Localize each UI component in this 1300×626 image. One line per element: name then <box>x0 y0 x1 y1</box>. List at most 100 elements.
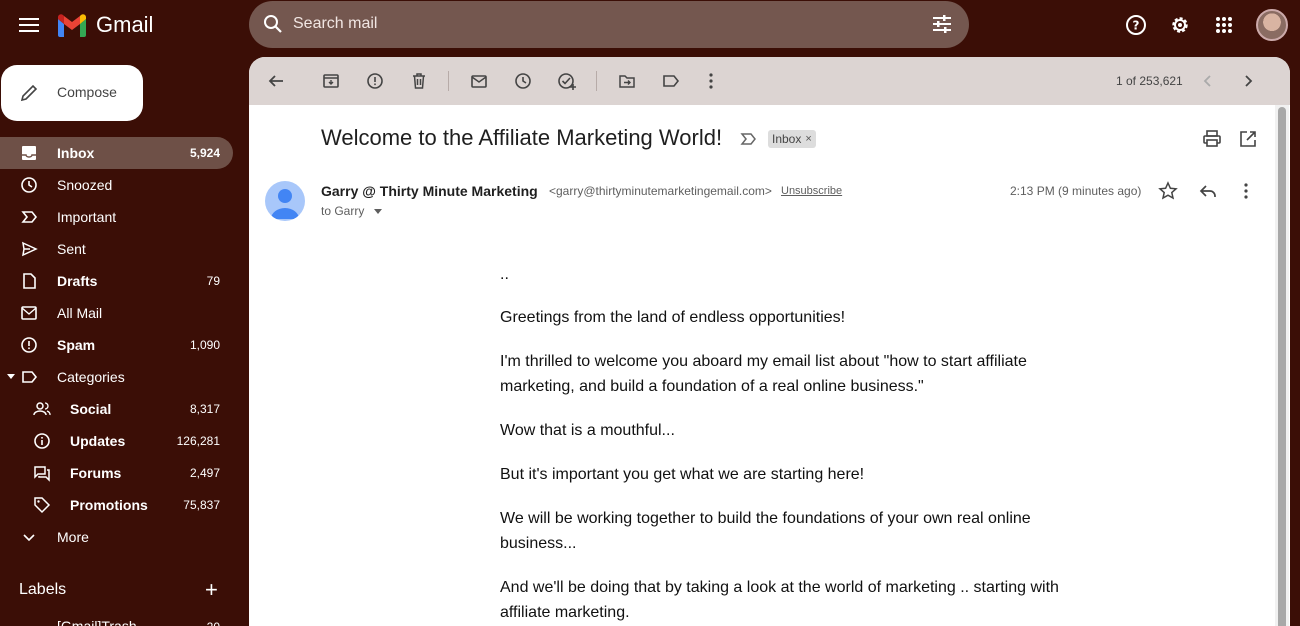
all-mail-icon <box>21 306 37 320</box>
print-icon[interactable] <box>1202 129 1222 149</box>
sidebar-item-label: Drafts <box>57 273 98 289</box>
account-avatar[interactable] <box>1256 9 1288 41</box>
body-paragraph: But it's important you get what we are s… <box>500 466 865 483</box>
person-icon <box>271 189 299 219</box>
more-vert-icon <box>709 73 713 89</box>
sidebar-item-label: All Mail <box>57 305 103 321</box>
search-input[interactable] <box>293 11 893 37</box>
sidebar-item-spam[interactable]: Spam 1,090 <box>0 329 248 361</box>
scrollbar-thumb[interactable] <box>1278 107 1286 626</box>
sidebar-nav: Inbox 5,924 Snoozed Important Sent Draft… <box>0 137 248 553</box>
sidebar-item-count: 20 <box>207 620 220 626</box>
sender-name[interactable]: Garry @ Thirty Minute Marketing <box>321 183 538 199</box>
newer-button[interactable] <box>1196 69 1220 93</box>
sender-avatar[interactable] <box>265 181 305 221</box>
sidebar-item-promotions[interactable]: Promotions 75,837 <box>0 489 248 521</box>
sidebar-item-important[interactable]: Important <box>0 201 248 233</box>
sidebar-item-label: Spam <box>57 337 96 353</box>
open-in-new-window-icon[interactable] <box>1238 129 1258 149</box>
sidebar-item-count: 2,497 <box>189 466 220 480</box>
draft-icon <box>23 273 36 289</box>
sidebar-item-label: Sent <box>57 241 86 257</box>
sidebar-item-drafts[interactable]: Drafts 79 <box>0 265 248 297</box>
mark-unread-button[interactable] <box>467 69 491 93</box>
add-to-tasks-button[interactable] <box>555 69 579 93</box>
forum-icon <box>34 466 50 482</box>
sidebar-item-inbox[interactable]: Inbox 5,924 <box>0 137 233 169</box>
body-paragraph: Wow that is a mouthful... <box>500 422 675 439</box>
gmail-logo[interactable]: Gmail <box>56 10 153 40</box>
sidebar-item-label: Inbox <box>57 145 95 161</box>
scrollbar[interactable] <box>1275 105 1289 626</box>
add-label-button[interactable]: + <box>205 579 218 601</box>
reply-icon[interactable] <box>1198 181 1218 201</box>
labels-heading: Labels <box>19 581 67 598</box>
tag-icon <box>34 497 51 514</box>
search-bar[interactable] <box>249 1 969 48</box>
sidebar-item-sent[interactable]: Sent <box>0 233 248 265</box>
mail-icon <box>471 75 487 88</box>
sidebar-item-count: 75,837 <box>183 498 220 512</box>
settings-button[interactable] <box>1163 8 1197 42</box>
older-button[interactable] <box>1236 69 1260 93</box>
sidebar-item-label: Updates <box>70 433 126 449</box>
remove-label-icon[interactable]: × <box>805 133 811 145</box>
body-paragraph: I'm thrilled to welcome you aboard my em… <box>500 353 1027 395</box>
search-options-icon[interactable] <box>931 13 953 35</box>
sidebar-item-more[interactable]: More <box>0 521 248 553</box>
trash-icon <box>413 73 425 89</box>
sidebar-item-forums[interactable]: Forums 2,497 <box>0 457 248 489</box>
sidebar-item-social[interactable]: Social 8,317 <box>0 393 248 425</box>
clock-icon <box>515 73 531 89</box>
gmail-m-icon <box>58 14 86 37</box>
send-icon <box>22 241 38 257</box>
move-to-button[interactable] <box>615 69 639 93</box>
sidebar-item-label: Categories <box>57 369 125 385</box>
top-bar: Gmail ? <box>0 0 1300 52</box>
compose-label: Compose <box>57 84 117 100</box>
people-icon <box>33 402 51 416</box>
chip-label: Inbox <box>772 132 802 146</box>
delete-button[interactable] <box>407 69 431 93</box>
body-paragraph: And we'll be doing that by taking a look… <box>500 579 1059 621</box>
email-body: .. Greetings from the land of endless op… <box>500 262 1060 626</box>
search-icon[interactable] <box>261 12 285 36</box>
sidebar-item-count: 79 <box>206 274 220 288</box>
sidebar-item-gmail-trash[interactable]: [Gmail]Trash 20 <box>0 612 248 626</box>
inbox-label-chip[interactable]: Inbox × <box>768 130 816 148</box>
pagination-count: 1 of 253,621 <box>1116 74 1183 88</box>
unsubscribe-link[interactable]: Unsubscribe <box>781 185 842 197</box>
important-marker-icon[interactable] <box>740 132 758 146</box>
archive-button[interactable] <box>319 69 343 93</box>
apps-button[interactable] <box>1207 8 1241 42</box>
chevron-down-icon <box>23 534 35 542</box>
sidebar-item-snoozed[interactable]: Snoozed <box>0 169 248 201</box>
chevron-left-icon <box>1203 75 1211 87</box>
body-paragraph: Greetings from the land of endless oppor… <box>500 309 846 326</box>
back-button[interactable] <box>264 69 288 93</box>
snooze-button[interactable] <box>511 69 535 93</box>
star-icon[interactable] <box>1158 181 1178 201</box>
sidebar-item-all-mail[interactable]: All Mail <box>0 297 248 329</box>
more-options-button[interactable] <box>699 69 723 93</box>
info-icon <box>34 433 50 449</box>
sidebar-item-count: 126,281 <box>176 434 220 448</box>
sidebar-item-categories[interactable]: Categories <box>0 361 248 393</box>
clock-icon <box>21 177 37 193</box>
sidebar-item-updates[interactable]: Updates 126,281 <box>0 425 248 457</box>
pencil-icon <box>20 84 38 102</box>
support-button[interactable]: ? <box>1119 8 1153 42</box>
report-spam-button[interactable] <box>363 69 387 93</box>
chevron-down-icon[interactable] <box>374 208 383 214</box>
expand-caret-icon[interactable] <box>7 374 15 379</box>
arrow-back-icon <box>268 75 283 87</box>
gear-icon <box>1172 17 1188 33</box>
main-menu-button[interactable] <box>12 8 46 42</box>
label-icon <box>22 371 38 383</box>
more-vert-icon[interactable] <box>1236 181 1256 201</box>
compose-button[interactable]: Compose <box>1 65 143 121</box>
archive-icon <box>323 74 339 88</box>
recipient-details[interactable]: to Garry <box>321 204 383 218</box>
recipient-label: to Garry <box>321 204 365 218</box>
labels-button[interactable] <box>659 69 683 93</box>
